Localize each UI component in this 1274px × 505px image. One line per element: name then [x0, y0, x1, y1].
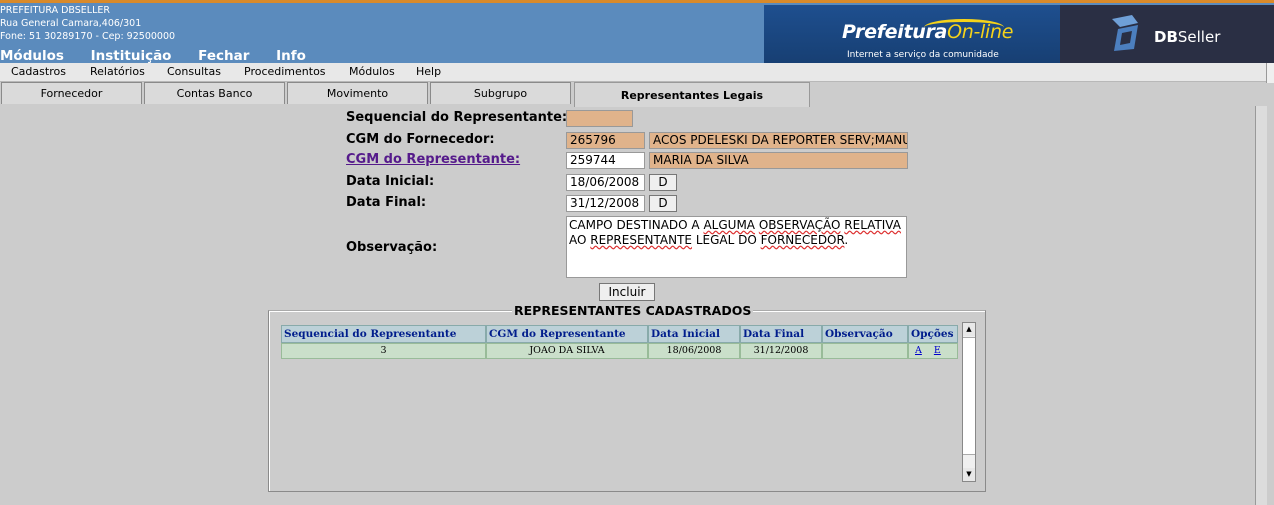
- grid-scrollbar[interactable]: ▲ ▼: [962, 322, 976, 482]
- top-menu-modulos[interactable]: Módulos: [0, 48, 64, 64]
- data-final-label: Data Final:: [346, 195, 427, 210]
- tab-bar: Fornecedor Contas Banco Movimento Subgru…: [0, 82, 1274, 107]
- top-menu-instituicao[interactable]: Instituição: [91, 48, 172, 64]
- incluir-button[interactable]: Incluir: [599, 283, 655, 301]
- representantes-title: REPRESENTANTES CADASTRADOS: [512, 303, 754, 318]
- cell-observacao: [822, 343, 908, 359]
- menu-cadastros[interactable]: Cadastros: [11, 65, 66, 78]
- window-scrollbar-top[interactable]: [1266, 63, 1274, 83]
- menu-consultas[interactable]: Consultas: [167, 65, 221, 78]
- tab-movimento[interactable]: Movimento: [287, 82, 428, 104]
- observacao-textarea[interactable]: CAMPO DESTINADO A ALGUMA OBSERVAÇÃO RELA…: [566, 216, 907, 278]
- cgm-fornecedor-name-field[interactable]: ACOS PDELESKI DA REPORTER SERV;MANU: [649, 132, 908, 149]
- data-inicial-field[interactable]: 18/06/2008: [566, 174, 645, 191]
- tab-subgrupo[interactable]: Subgrupo: [430, 82, 571, 104]
- scroll-up-icon[interactable]: ▲: [963, 323, 975, 336]
- menu-help[interactable]: Help: [416, 65, 441, 78]
- excluir-link[interactable]: E: [934, 345, 941, 356]
- col-header-cgm: CGM do Representante: [486, 325, 648, 343]
- observacao-label: Observação:: [346, 240, 438, 255]
- logo-online-text: On-line: [947, 21, 1014, 43]
- org-name: PREFEITURA DBSELLER: [0, 5, 110, 16]
- dbseller-logo: DBSeller: [1060, 5, 1274, 63]
- col-header-data-final: Data Final: [740, 325, 822, 343]
- data-inicial-picker-button[interactable]: D: [649, 174, 677, 191]
- col-header-data-inicial: Data Inicial: [648, 325, 740, 343]
- org-contact: Fone: 51 30289170 - Cep: 92500000: [0, 31, 176, 42]
- scroll-thumb[interactable]: [963, 337, 975, 455]
- cgm-fornecedor-label: CGM do Fornecedor:: [346, 132, 495, 147]
- prefeitura-online-logo: PrefeituraOn-line Internet a serviço da …: [764, 5, 1060, 63]
- menu-procedimentos[interactable]: Procedimentos: [244, 65, 326, 78]
- top-menu-info[interactable]: Info: [276, 48, 306, 64]
- alterar-link[interactable]: A: [915, 345, 922, 356]
- logo-db-text: DB: [1154, 28, 1178, 46]
- seq-label: Sequencial do Representante:: [346, 110, 568, 125]
- menu-relatorios[interactable]: Relatórios: [90, 65, 145, 78]
- tab-representantes-legais[interactable]: Representantes Legais: [574, 82, 810, 107]
- cell-opcoes: AE: [908, 343, 958, 359]
- top-menu-fechar[interactable]: Fechar: [198, 48, 249, 64]
- top-menu: Módulos Instituição Fechar Info: [0, 48, 328, 64]
- col-header-opcoes: Opções: [908, 325, 958, 343]
- logo-seller-text: Seller: [1177, 28, 1221, 46]
- cell-sequencial: 3: [281, 343, 486, 359]
- data-final-field[interactable]: 31/12/2008: [566, 195, 645, 212]
- dbseller-symbol-icon: [1112, 15, 1138, 51]
- cgm-representante-code-field[interactable]: 259744: [566, 152, 645, 169]
- data-inicial-label: Data Inicial:: [346, 174, 435, 189]
- tab-fornecedor[interactable]: Fornecedor: [1, 82, 142, 104]
- logo-prefeitura-text: Prefeitura: [842, 21, 948, 43]
- menu-modulos[interactable]: Módulos: [349, 65, 395, 78]
- org-address: Rua General Camara,406/301: [0, 18, 142, 29]
- cgm-representante-name-field[interactable]: MARIA DA SILVA: [649, 152, 908, 169]
- cgm-representante-link[interactable]: CGM do Representante:: [346, 152, 520, 167]
- tab-contas-banco[interactable]: Contas Banco: [144, 82, 285, 104]
- col-header-sequencial: Sequencial do Representante: [281, 325, 486, 343]
- data-final-picker-button[interactable]: D: [649, 195, 677, 212]
- menu-bar: Cadastros Relatórios Consultas Procedime…: [0, 63, 1266, 82]
- cell-cgm: JOAO DA SILVA: [486, 343, 648, 359]
- window-scrollbar[interactable]: [1255, 106, 1267, 505]
- cell-data-inicial: 18/06/2008: [648, 343, 740, 359]
- seq-field[interactable]: [566, 110, 633, 127]
- col-header-observacao: Observação: [822, 325, 908, 343]
- cgm-fornecedor-code-field[interactable]: 265796: [566, 132, 645, 149]
- app-header: PREFEITURA DBSELLER Rua General Camara,4…: [0, 3, 1274, 64]
- logo-tagline: Internet a serviço da comunidade: [847, 50, 999, 60]
- institution-info: PREFEITURA DBSELLER Rua General Camara,4…: [0, 4, 175, 43]
- scroll-down-icon[interactable]: ▼: [963, 468, 975, 481]
- cell-data-final: 31/12/2008: [740, 343, 822, 359]
